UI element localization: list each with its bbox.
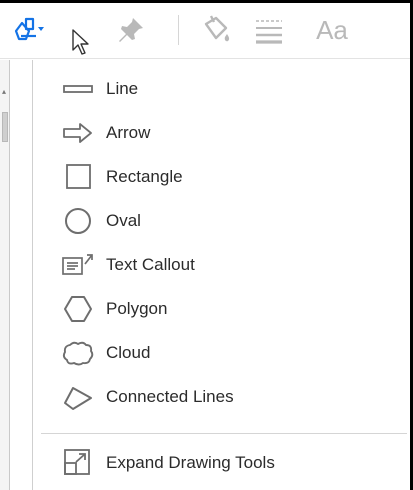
text-properties-button[interactable]: Aa — [300, 13, 364, 47]
cloud-icon — [61, 338, 95, 368]
comment-toolbar: Aa — [0, 3, 410, 59]
scroll-up-arrow-icon[interactable]: ▴ — [2, 87, 6, 96]
menu-item-text-callout[interactable]: Text Callout — [33, 245, 409, 285]
menu-item-label: Line — [106, 79, 139, 98]
arrow-icon — [61, 118, 95, 148]
mouse-cursor-icon — [68, 25, 92, 59]
toolbar-separator — [178, 15, 179, 45]
menu-item-label: Arrow — [106, 123, 151, 142]
left-pane-scrollbar[interactable]: ▴ — [0, 60, 10, 490]
menu-item-label: Rectangle — [106, 167, 183, 186]
menu-item-arrow[interactable]: Arrow — [33, 113, 409, 153]
connected-lines-icon — [61, 382, 95, 412]
text-properties-label: Aa — [316, 14, 348, 45]
menu-item-polygon[interactable]: Polygon — [33, 289, 409, 329]
line-icon — [61, 74, 95, 104]
menu-item-label: Oval — [106, 211, 141, 230]
menu-item-expand-drawing-tools[interactable]: Expand Drawing Tools — [33, 443, 409, 483]
menu-item-label: Text Callout — [106, 255, 195, 274]
fill-color-button[interactable] — [196, 13, 236, 47]
line-weight-button[interactable] — [249, 13, 289, 47]
menu-item-label: Connected Lines — [106, 387, 234, 406]
drawing-tools-menu: Line Arrow Rectangle Oval Text Callout P… — [32, 60, 410, 490]
menu-item-label: Polygon — [106, 299, 168, 318]
sticky-note-pin-button[interactable] — [110, 13, 150, 47]
menu-item-line[interactable]: Line — [33, 69, 409, 109]
menu-item-oval[interactable]: Oval — [33, 201, 409, 241]
chevron-down-icon — [38, 27, 44, 31]
menu-item-label: Expand Drawing Tools — [106, 453, 275, 472]
polygon-icon — [61, 294, 95, 324]
drawing-tools-dropdown[interactable] — [10, 13, 64, 47]
menu-item-cloud[interactable]: Cloud — [33, 333, 409, 373]
line-weight-icon — [256, 20, 282, 44]
paint-bucket-icon — [204, 15, 230, 42]
text-callout-icon — [61, 250, 95, 280]
menu-item-connected-lines[interactable]: Connected Lines — [33, 377, 409, 417]
menu-separator — [41, 433, 407, 434]
rectangle-icon — [61, 162, 95, 192]
menu-item-label: Cloud — [106, 343, 151, 362]
pin-icon — [119, 18, 143, 42]
scroll-thumb[interactable] — [2, 112, 8, 142]
drawing-tools-icon — [14, 17, 44, 41]
menu-item-rectangle[interactable]: Rectangle — [33, 157, 409, 197]
expand-icon — [61, 448, 95, 478]
oval-icon — [61, 206, 95, 236]
